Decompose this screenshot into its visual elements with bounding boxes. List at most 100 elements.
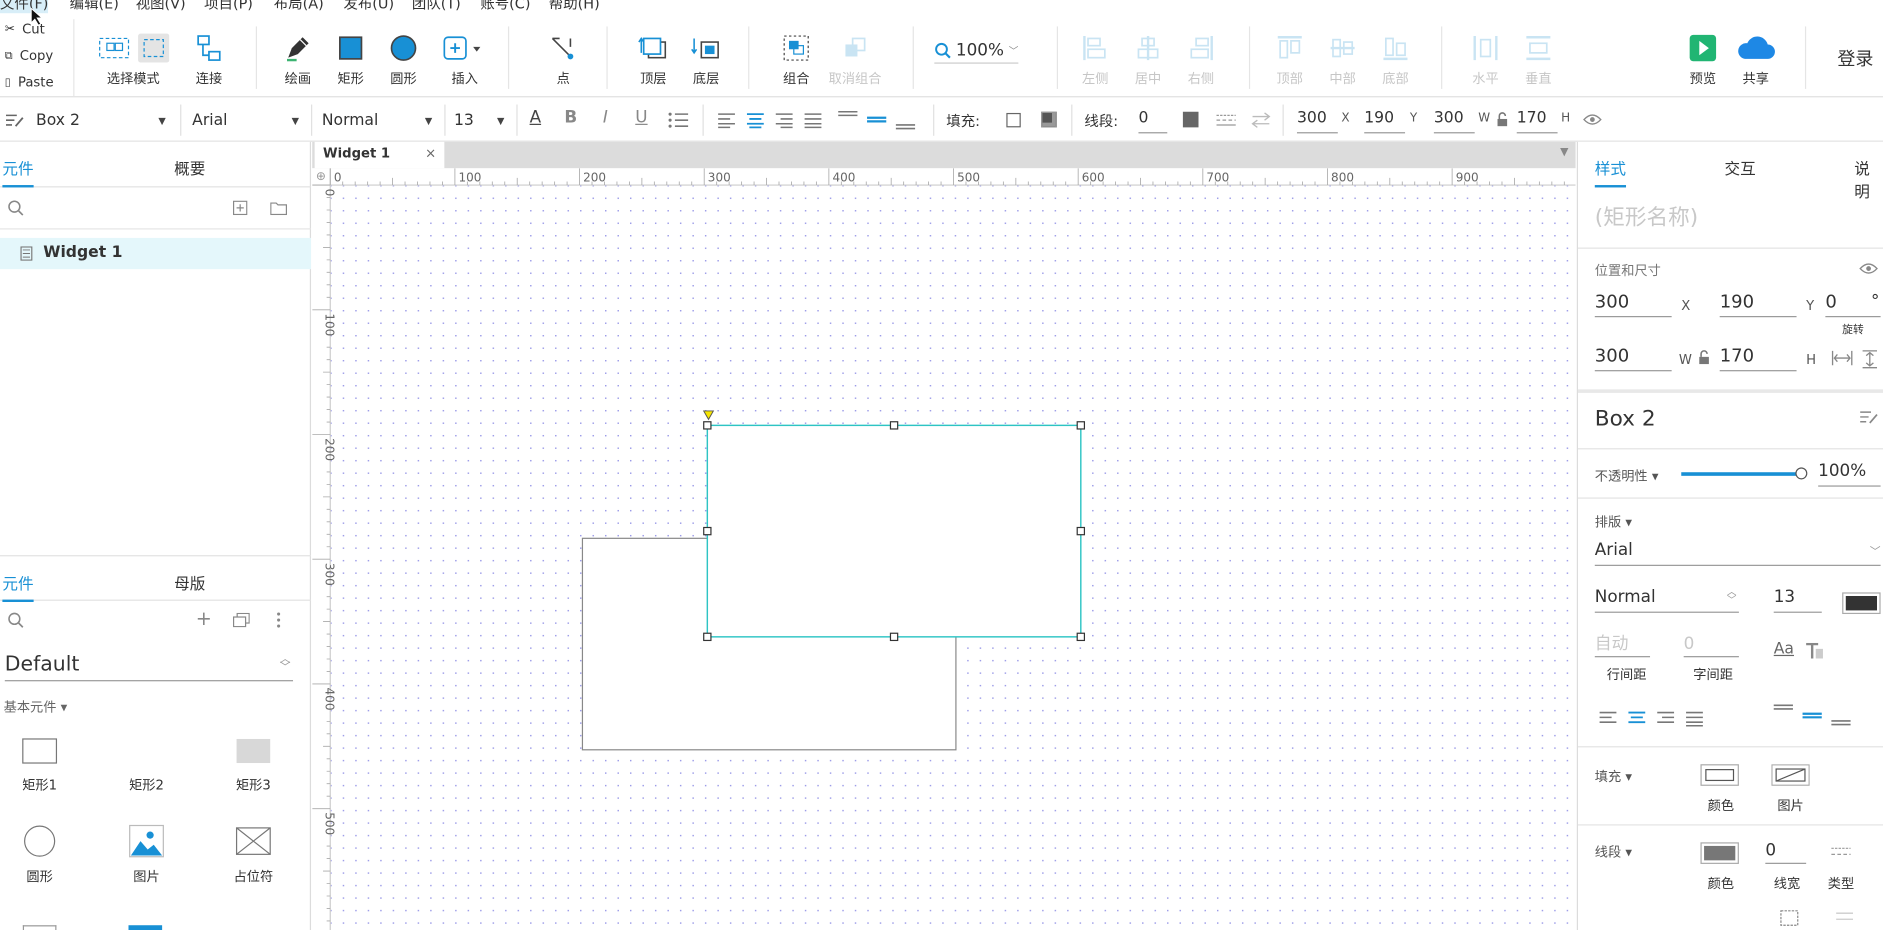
valign-middle-icon[interactable] [867,116,887,123]
italic-icon[interactable]: I [603,108,608,127]
opacity-input[interactable]: 100% [1818,458,1881,487]
bullet-list-icon[interactable] [668,112,690,129]
text-case-icon[interactable]: Aa [1774,640,1794,658]
widget-rect3[interactable]: 矩形3 [219,731,289,803]
tab-widgets-pages[interactable]: 元件 [2,156,34,188]
menu-help[interactable]: 帮助(H) [549,0,600,13]
y-input[interactable]: 190 [1364,107,1406,134]
height-input[interactable]: 170 [1516,107,1558,134]
stroke-sides-icon[interactable] [1780,910,1799,927]
library-manage-icon[interactable] [232,612,250,628]
arrow-style-icon[interactable] [1835,910,1854,922]
bold-icon[interactable]: B [564,108,577,127]
edit-note-icon[interactable] [1859,409,1878,426]
resize-handle-w[interactable] [703,526,712,536]
tab-style[interactable]: 样式 [1594,156,1627,188]
x-position-input[interactable]: 300 [1594,288,1672,318]
page-item-widget-1[interactable]: Widget 1 [0,237,312,270]
stroke-pattern-icon[interactable] [1215,112,1237,129]
search-icon[interactable] [7,612,24,629]
box-2-selected[interactable] [706,424,1082,638]
fill-color-swatch[interactable] [1700,764,1739,786]
font-size-input[interactable]: 13 [1773,584,1822,613]
menu-project[interactable]: 项目(P) [204,0,253,13]
category-basic-widgets[interactable]: 基本元件 ▾ [4,697,68,716]
valign-middle-icon[interactable] [1802,712,1822,719]
stroke-color-swatch[interactable] [1182,111,1199,128]
menu-view[interactable]: 视图(V) [136,0,186,13]
char-spacing-input[interactable]: 0 [1683,631,1739,658]
insert-button[interactable]: 插入 [429,31,501,87]
slider-thumb[interactable] [1795,467,1808,480]
stroke-width-input[interactable]: 0 [1138,107,1168,134]
line-spacing-input[interactable]: 自动 [1594,631,1651,658]
send-to-back-button[interactable]: 底层 [670,31,742,87]
tab-notes[interactable]: 说明 [1854,156,1883,202]
align-text-justify-icon[interactable] [804,113,822,129]
valign-bottom-icon[interactable] [1831,720,1851,726]
align-text-left-icon[interactable] [718,113,735,129]
resize-handle-sw[interactable] [703,632,712,642]
add-folder-icon[interactable] [270,201,288,216]
text-color-icon[interactable]: A [530,108,542,127]
font-family-select[interactable]: Arial ﹀ [1594,537,1881,566]
shape-name-input[interactable]: (矩形名称) [1595,201,1698,232]
resize-handle-nw[interactable] [703,421,712,430]
align-text-center-icon[interactable] [746,113,764,129]
fill-color-swatch[interactable] [1006,112,1021,128]
underline-icon[interactable]: U [635,108,647,127]
tab-outline[interactable]: 概要 [174,156,205,179]
widget-rect2[interactable]: 矩形2 [112,731,182,803]
menu-edit[interactable]: 编辑(E) [70,0,119,13]
point-button[interactable]: 点 [527,31,599,87]
height-input[interactable]: 170 [1719,342,1797,372]
font-size-select[interactable]: 13 ▼ [454,107,509,133]
tabs-dropdown-icon[interactable]: ▼ [1560,147,1568,159]
menu-publish[interactable]: 发布(U) [343,0,394,13]
close-icon[interactable]: × [425,142,436,166]
align-text-right-icon[interactable] [775,113,793,129]
resize-handle-ne[interactable] [1076,421,1086,430]
copy-button[interactable]: ⧉ Copy [5,48,53,64]
design-canvas[interactable]: ⊕ 0 100 200 300 400 500 600 700 800 900 0 100 200 30… [312,168,1576,930]
align-text-right-icon[interactable] [1657,711,1675,723]
text-color-swatch[interactable] [1842,592,1881,615]
widget-placeholder[interactable]: 占位符 [219,822,289,894]
widget-rect1[interactable]: 矩形1 [5,731,75,803]
zoom-select[interactable]: 100% ﹀ [934,41,1019,64]
cut-button[interactable]: ✂ Cut [5,22,45,38]
distribute-vertical-button[interactable]: 垂直 [1502,31,1574,87]
x-input[interactable]: 300 [1296,107,1338,134]
tab-library-widgets[interactable]: 元件 [2,571,34,603]
align-text-center-icon[interactable] [1628,711,1646,724]
fill-image-swatch[interactable] [1771,764,1810,786]
resize-handle-se[interactable] [1076,632,1086,642]
font-weight-select[interactable]: Normal ▼ [322,107,437,133]
tab-masters[interactable]: 母版 [174,571,205,594]
share-button[interactable]: 共享 [1720,31,1792,87]
resize-handle-e[interactable] [1076,526,1086,536]
fit-width-icon[interactable] [1831,350,1853,367]
rotation-input[interactable]: 0 ° [1825,288,1881,318]
library-select[interactable]: Default ︿ ﹀ [4,650,294,682]
lock-ratio-icon[interactable] [1698,350,1710,366]
fill-shadow-swatch[interactable] [1041,111,1057,128]
stroke-pattern-icon[interactable] [1830,845,1852,859]
visibility-eye-icon[interactable] [1583,113,1602,126]
align-text-justify-icon[interactable] [1686,711,1703,727]
y-position-input[interactable]: 190 [1719,288,1797,318]
align-text-left-icon[interactable] [1599,711,1617,723]
menu-account[interactable]: 账号(C) [480,0,530,13]
valign-bottom-icon[interactable] [895,124,916,130]
widget-circle[interactable]: 圆形 [5,822,75,894]
widget-name-select[interactable]: Box 2 ▼ [36,107,171,133]
select-mode-button[interactable]: 选择模式 [96,31,170,87]
menu-layout[interactable]: 布局(A) [274,0,324,13]
search-icon[interactable] [7,199,24,216]
resize-handle-n[interactable] [889,421,899,430]
arrow-style-icon[interactable] [1251,112,1271,129]
stroke-color-swatch[interactable] [1700,842,1739,864]
align-bottom-button[interactable]: 底部 [1359,31,1431,87]
text-shadow-icon[interactable] [1805,642,1824,660]
connect-button[interactable]: 连接 [173,31,245,87]
